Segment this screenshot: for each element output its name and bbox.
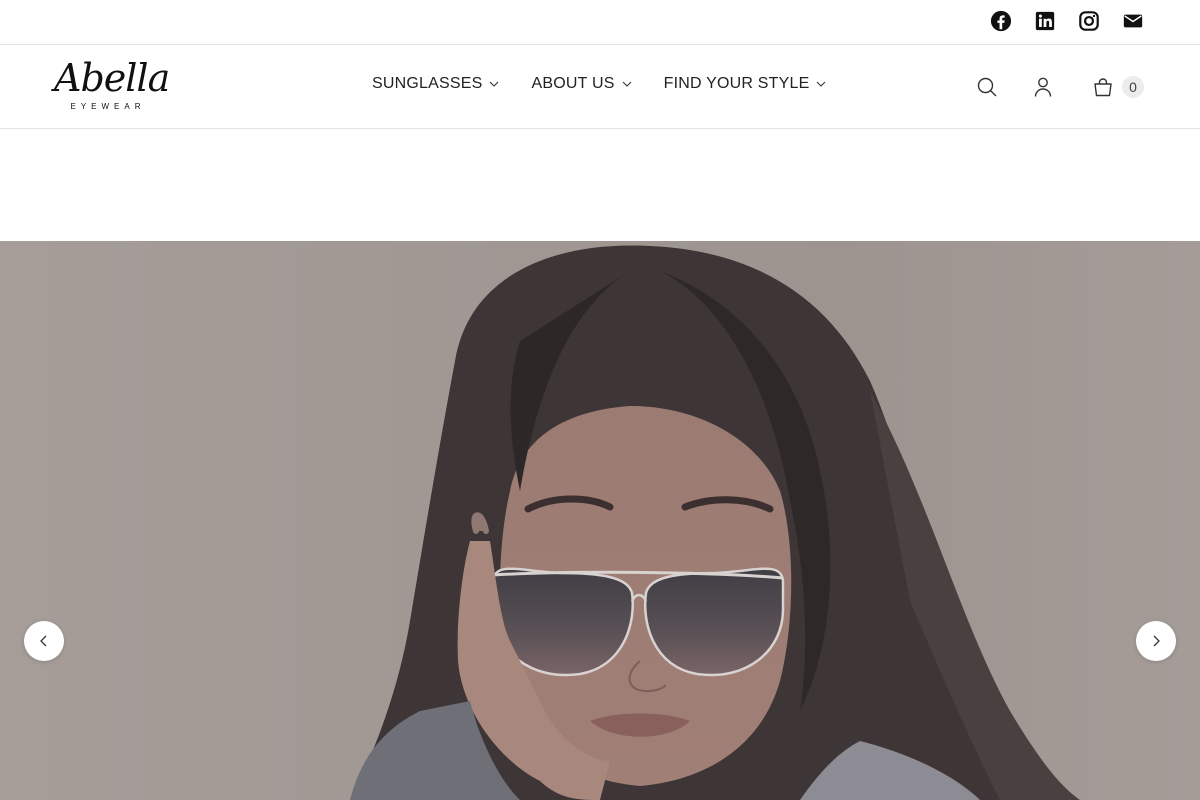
account-button[interactable] xyxy=(1031,75,1055,99)
brand-logo[interactable]: Abella EYEWEAR xyxy=(54,56,170,117)
hero-slideshow xyxy=(0,241,1200,800)
chevron-down-icon xyxy=(622,81,631,87)
chevron-down-icon xyxy=(490,81,499,87)
slideshow-next-button[interactable] xyxy=(1136,621,1176,661)
social-links xyxy=(990,10,1144,32)
logo-wordmark: Abella xyxy=(54,56,170,100)
cart-count-badge: 0 xyxy=(1122,76,1144,98)
chevron-down-icon xyxy=(817,81,826,87)
main-nav: SUNGLASSES ABOUT US FIND YOUR STYLE xyxy=(372,75,826,93)
search-icon xyxy=(977,77,997,97)
linkedin-icon[interactable] xyxy=(1034,10,1056,32)
chevron-left-icon xyxy=(40,635,47,647)
nav-item-about-us[interactable]: ABOUT US xyxy=(531,75,631,93)
nav-item-label: SUNGLASSES xyxy=(372,75,483,92)
cart-button[interactable]: 0 xyxy=(1091,75,1144,99)
slideshow-prev-button[interactable] xyxy=(24,621,64,661)
nav-item-label: ABOUT US xyxy=(531,75,615,92)
chevron-right-icon xyxy=(1153,635,1160,647)
nav-item-sunglasses[interactable]: SUNGLASSES xyxy=(372,75,499,93)
user-icon xyxy=(1034,77,1052,97)
cart-bag-icon xyxy=(1094,78,1112,97)
nav-item-label: FIND YOUR STYLE xyxy=(663,75,810,92)
header-actions: 0 xyxy=(975,75,1144,99)
email-icon[interactable] xyxy=(1122,10,1144,32)
hero-image xyxy=(0,241,1200,800)
facebook-icon[interactable] xyxy=(990,10,1012,32)
nav-item-find-your-style[interactable]: FIND YOUR STYLE xyxy=(664,75,827,93)
logo-tagline: EYEWEAR xyxy=(70,102,146,111)
instagram-icon[interactable] xyxy=(1078,10,1100,32)
search-button[interactable] xyxy=(975,75,999,99)
main-header: Abella EYEWEAR SUNGLASSES ABOUT US FIND … xyxy=(0,45,1200,129)
top-bar xyxy=(0,0,1200,45)
